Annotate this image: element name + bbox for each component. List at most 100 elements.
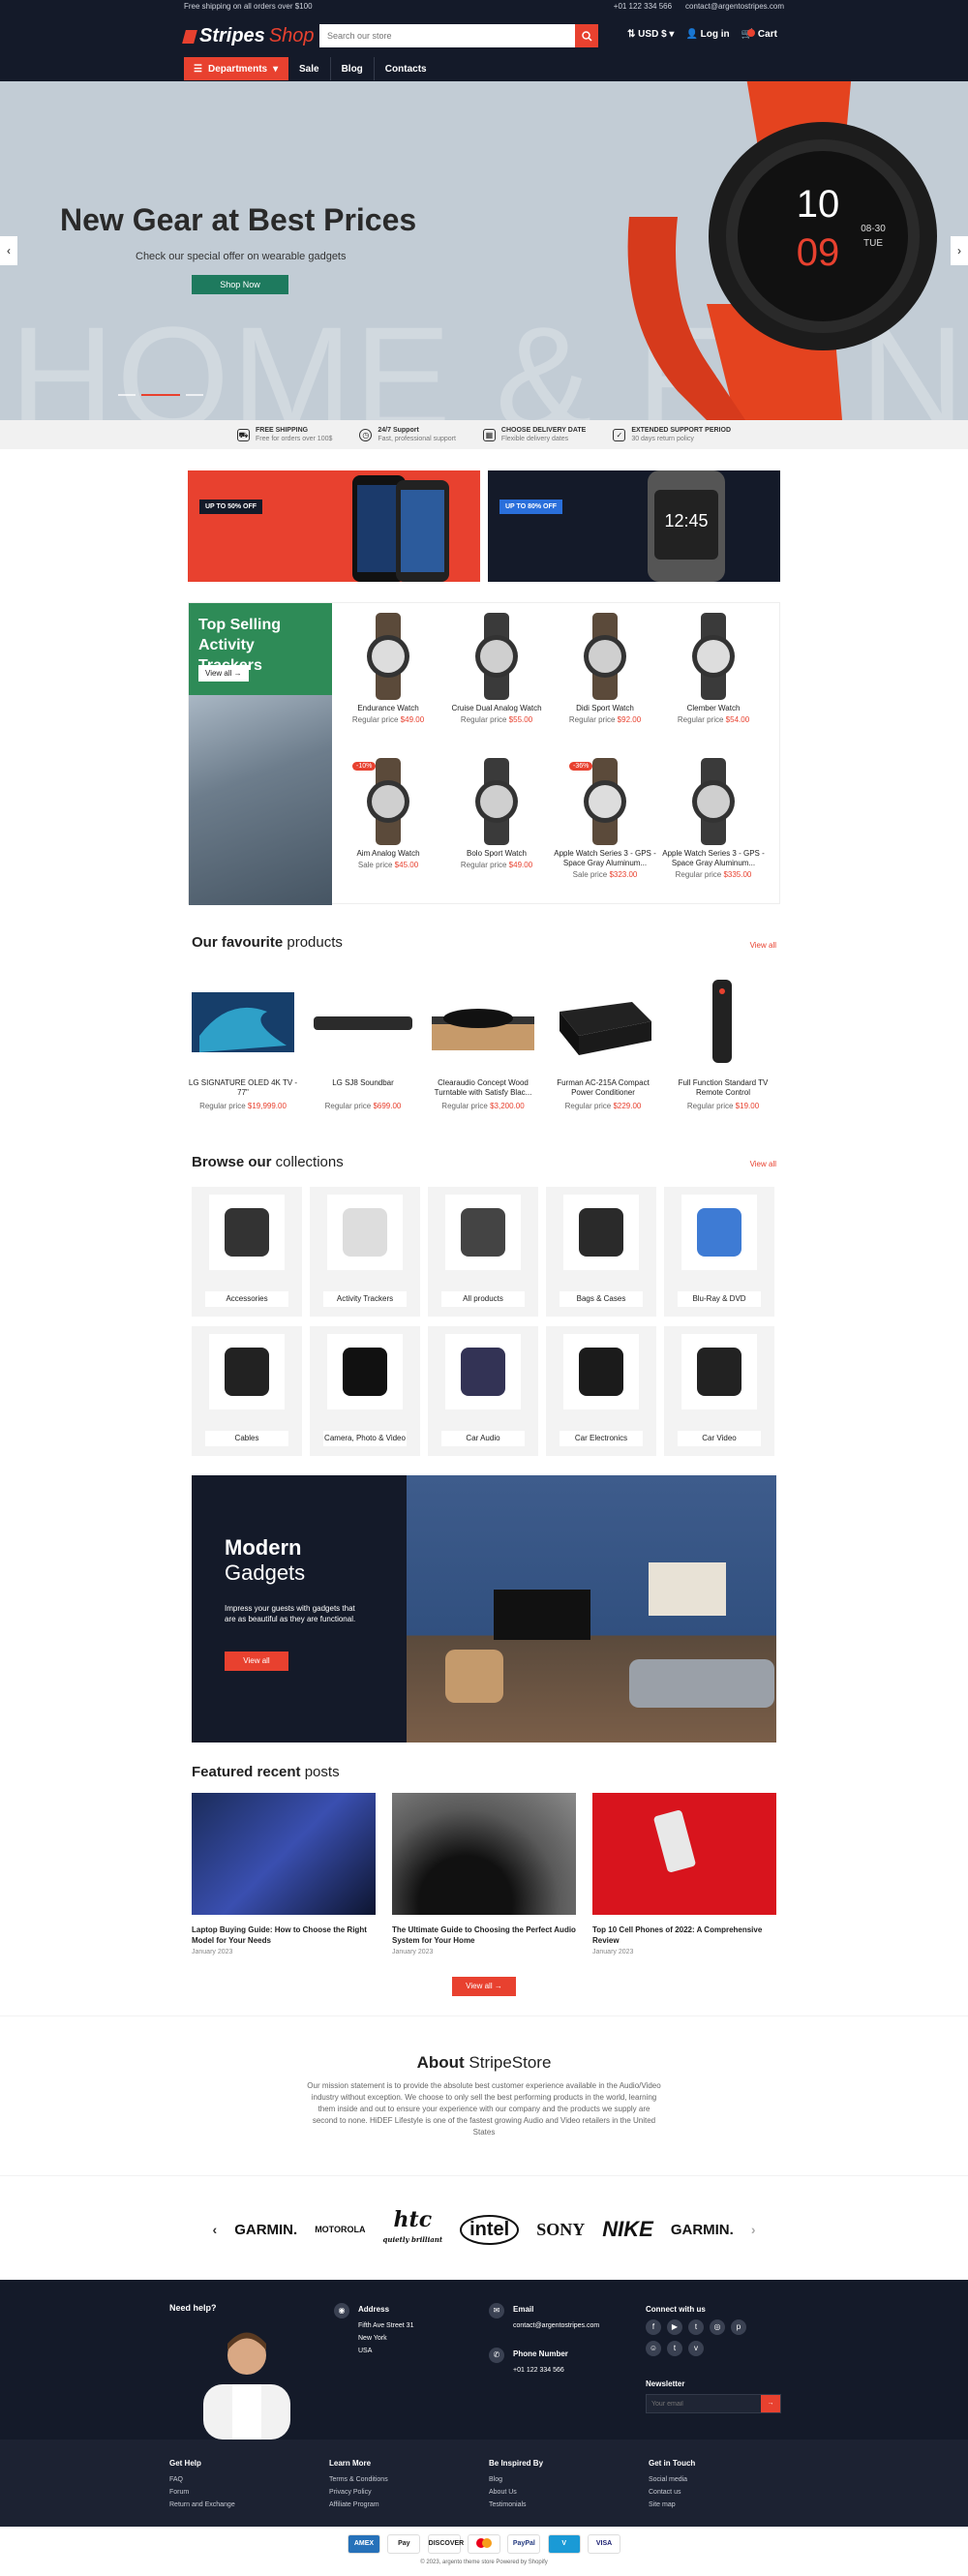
collection-card[interactable]: Camera, Photo & Video xyxy=(310,1326,420,1456)
promo-banner-phones[interactable]: UP TO 50% OFF xyxy=(188,470,480,582)
collection-image[interactable] xyxy=(681,1195,757,1270)
snapchat-icon[interactable]: ☺ xyxy=(646,2341,661,2356)
product-card[interactable]: Endurance Watch Regular price $49.00 xyxy=(334,613,442,724)
collection-image[interactable] xyxy=(327,1334,403,1409)
newsletter-input[interactable] xyxy=(647,2395,753,2412)
collection-card[interactable]: Cables xyxy=(192,1326,302,1456)
collection-card[interactable]: Car Audio xyxy=(428,1326,538,1456)
brand-logo[interactable]: htc quietly brilliant xyxy=(383,2209,443,2248)
product-image[interactable] xyxy=(548,978,658,1065)
product-name[interactable]: LG SIGNATURE OLED 4K TV - 77" xyxy=(188,1078,298,1098)
footer-link[interactable]: Terms & Conditions xyxy=(329,2473,388,2486)
product-name[interactable]: Didi Sport Watch xyxy=(551,704,659,713)
blog-post[interactable]: Laptop Buying Guide: How to Choose the R… xyxy=(192,1793,376,1955)
brand-logo[interactable]: GARMIN. xyxy=(234,2222,297,2238)
newsletter-submit-button[interactable]: → xyxy=(761,2395,780,2412)
product-name[interactable]: LG SJ8 Soundbar xyxy=(308,1078,418,1098)
product-name[interactable]: Aim Analog Watch xyxy=(334,849,442,859)
product-card[interactable]: -10% Aim Analog Watch Sale price $45.00 xyxy=(334,758,442,869)
footer-phone[interactable]: +01 122 334 566 xyxy=(513,2364,568,2377)
cart-link[interactable]: 🛒 Cart xyxy=(741,29,777,40)
product-name[interactable]: Clearaudio Concept Wood Turntable with S… xyxy=(428,1078,538,1098)
product-image[interactable] xyxy=(680,613,747,700)
footer-link[interactable]: Forum xyxy=(169,2486,235,2499)
departments-menu[interactable]: ☰ Departments ▾ xyxy=(184,57,288,80)
blog-post[interactable]: Top 10 Cell Phones of 2022: A Comprehens… xyxy=(592,1793,776,1955)
product-card[interactable]: LG SJ8 Soundbar Regular price $699.00 xyxy=(308,978,418,1110)
product-name[interactable]: Apple Watch Series 3 - GPS - Space Gray … xyxy=(659,849,768,868)
search-button[interactable] xyxy=(575,24,598,47)
post-title[interactable]: Top 10 Cell Phones of 2022: A Comprehens… xyxy=(592,1924,776,1946)
shop-now-button[interactable]: Shop Now xyxy=(192,275,288,294)
product-name[interactable]: Bolo Sport Watch xyxy=(442,849,551,859)
product-image[interactable]: -36% xyxy=(569,758,639,845)
footer-email[interactable]: contact@argentostripes.com xyxy=(513,2319,599,2332)
search-input[interactable] xyxy=(319,24,571,47)
brands-next-arrow[interactable]: › xyxy=(751,2222,756,2237)
topbar-email[interactable]: contact@argentostripes.com xyxy=(685,2,784,11)
post-title[interactable]: Laptop Buying Guide: How to Choose the R… xyxy=(192,1924,376,1946)
tumblr-icon[interactable]: t xyxy=(667,2341,682,2356)
product-name[interactable]: Clember Watch xyxy=(659,704,768,713)
slide-dot[interactable] xyxy=(118,394,136,396)
collection-card[interactable]: Blu-Ray & DVD xyxy=(664,1187,774,1317)
modern-view-all-button[interactable]: View all xyxy=(225,1652,288,1671)
collection-card[interactable]: All products xyxy=(428,1187,538,1317)
promo-banner-watch[interactable]: 12:45 UP TO 80% OFF xyxy=(488,470,780,582)
footer-link[interactable]: Social media xyxy=(649,2473,695,2486)
nav-item-sale[interactable]: Sale xyxy=(288,57,331,80)
product-card[interactable]: Full Function Standard TV Remote Control… xyxy=(668,978,778,1110)
product-image[interactable] xyxy=(308,978,418,1065)
product-image[interactable] xyxy=(668,978,778,1065)
product-image[interactable] xyxy=(188,978,298,1065)
product-card[interactable]: Bolo Sport Watch Regular price $49.00 xyxy=(442,758,551,869)
collection-label[interactable]: Cables xyxy=(205,1431,288,1446)
collection-image[interactable] xyxy=(681,1334,757,1409)
collection-card[interactable]: Car Video xyxy=(664,1326,774,1456)
product-card[interactable]: Cruise Dual Analog Watch Regular price $5… xyxy=(442,613,551,724)
favourites-view-all[interactable]: View all xyxy=(750,941,776,950)
store-logo[interactable]: Stripes Shop xyxy=(182,25,315,47)
product-image[interactable] xyxy=(428,978,538,1065)
product-name[interactable]: Cruise Dual Analog Watch xyxy=(442,704,551,713)
footer-link[interactable]: Privacy Policy xyxy=(329,2486,388,2499)
product-card[interactable]: LG SIGNATURE OLED 4K TV - 77" Regular pri… xyxy=(188,978,298,1110)
footer-link[interactable]: Site map xyxy=(649,2499,695,2511)
collection-card[interactable]: Accessories xyxy=(192,1187,302,1317)
product-image[interactable] xyxy=(354,613,422,700)
top-selling-view-all[interactable]: View all → xyxy=(198,665,249,682)
product-image[interactable] xyxy=(571,613,639,700)
collection-label[interactable]: Activity Trackers xyxy=(323,1291,407,1307)
collection-image[interactable] xyxy=(563,1195,639,1270)
product-card[interactable]: Furman AC-215A Compact Power Conditioner… xyxy=(548,978,658,1110)
nav-item-contacts[interactable]: Contacts xyxy=(375,57,438,80)
brand-logo[interactable]: MOTOROLA xyxy=(315,2225,365,2234)
product-name[interactable]: Endurance Watch xyxy=(334,704,442,713)
pinterest-icon[interactable]: p xyxy=(731,2319,746,2335)
footer-link[interactable]: Contact us xyxy=(649,2486,695,2499)
product-image[interactable] xyxy=(463,613,530,700)
collection-label[interactable]: All products xyxy=(441,1291,525,1307)
collection-card[interactable]: Car Electronics xyxy=(546,1326,656,1456)
slide-dot-active[interactable] xyxy=(141,394,180,396)
blog-post[interactable]: The Ultimate Guide to Choosing the Perfe… xyxy=(392,1793,576,1955)
product-card[interactable]: -36% Apple Watch Series 3 - GPS - Space G… xyxy=(551,758,659,879)
product-image[interactable] xyxy=(463,758,530,845)
vimeo-icon[interactable]: v xyxy=(688,2341,704,2356)
collection-image[interactable] xyxy=(445,1334,521,1409)
topbar-phone[interactable]: +01 122 334 566 xyxy=(614,2,672,11)
collection-card[interactable]: Bags & Cases xyxy=(546,1187,656,1317)
youtube-icon[interactable]: ▶ xyxy=(667,2319,682,2335)
collection-image[interactable] xyxy=(327,1195,403,1270)
product-card[interactable]: Clember Watch Regular price $54.00 xyxy=(659,613,768,724)
instagram-icon[interactable]: ◎ xyxy=(710,2319,725,2335)
product-name[interactable]: Full Function Standard TV Remote Control xyxy=(668,1078,778,1098)
collection-label[interactable]: Car Electronics xyxy=(560,1431,643,1446)
brand-logo[interactable]: GARMIN. xyxy=(671,2222,734,2238)
slide-dot[interactable] xyxy=(186,394,203,396)
nav-item-blog[interactable]: Blog xyxy=(331,57,375,80)
brand-logo[interactable]: intel xyxy=(460,2214,520,2245)
collection-image[interactable] xyxy=(209,1195,285,1270)
collection-image[interactable] xyxy=(445,1195,521,1270)
product-image[interactable] xyxy=(680,758,747,845)
